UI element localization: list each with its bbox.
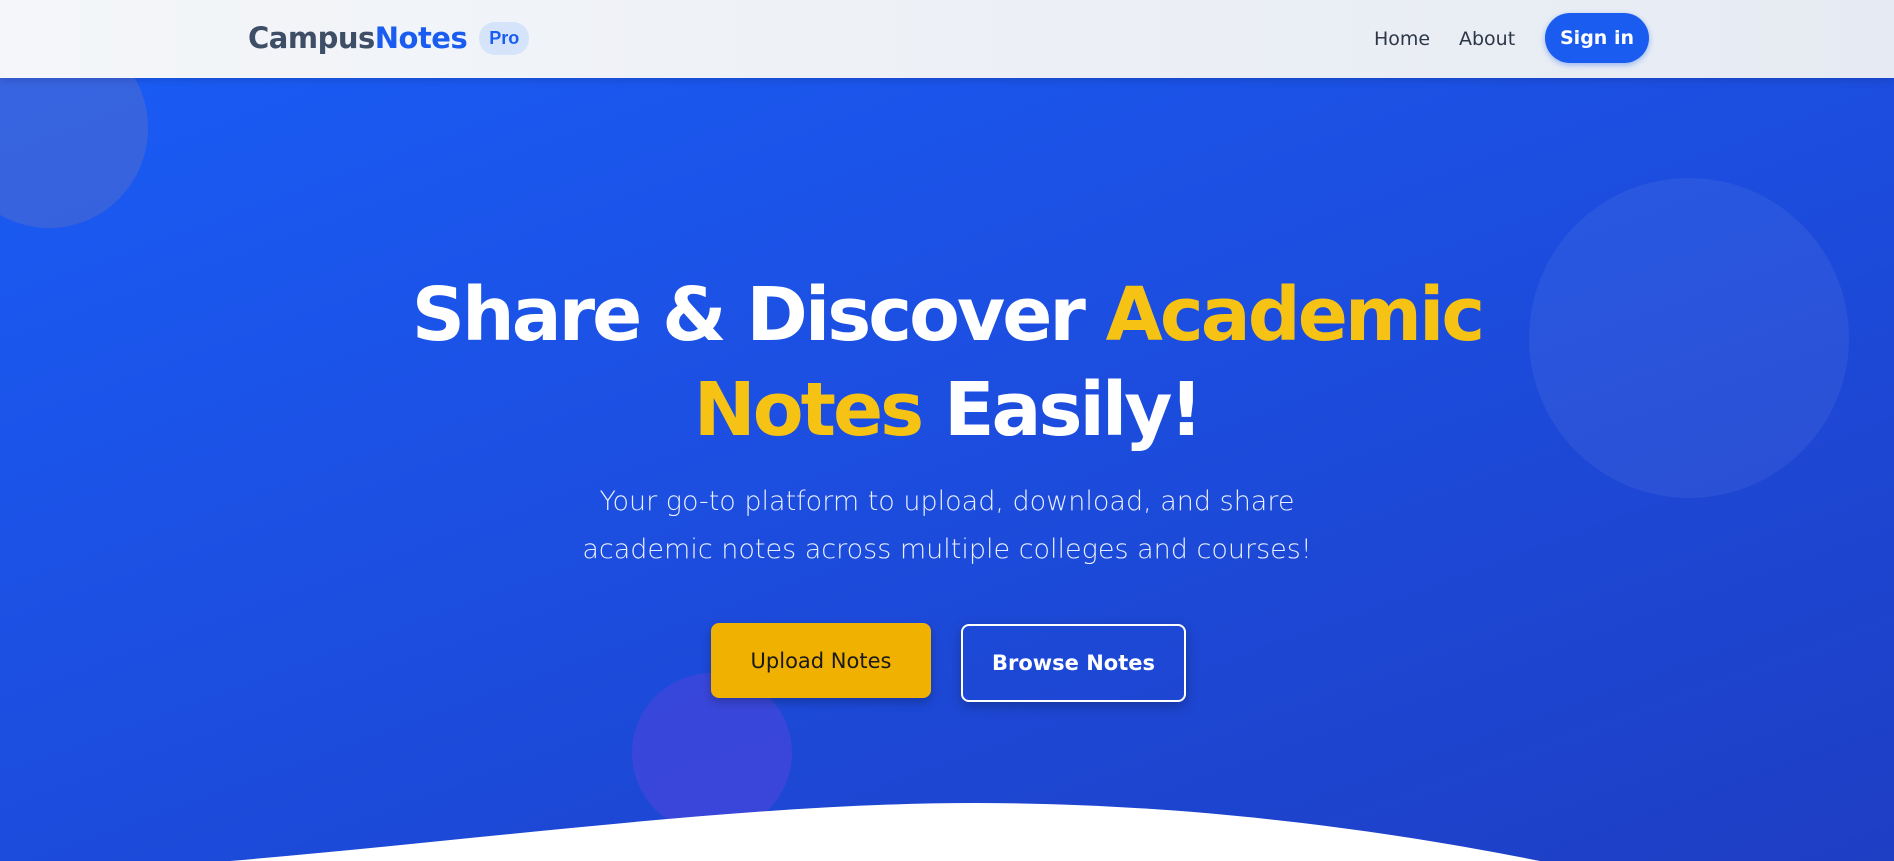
hero-headline: Share & Discover Academic Notes Easily!: [0, 268, 1894, 458]
hero-subtitle: Your go-to platform to upload, download,…: [582, 486, 1312, 565]
headline-text: Easily!: [943, 367, 1203, 453]
brand-logo[interactable]: CampusNotes Pro: [248, 21, 530, 55]
brand-name-part2: Notes: [374, 21, 468, 55]
hero-section: Share & Discover Academic Notes Easily! …: [0, 78, 1894, 861]
navbar: CampusNotes Pro Home About Sign in: [0, 0, 1894, 78]
headline-highlight: Academic: [1105, 272, 1486, 358]
headline-text: Share & Discover: [411, 272, 1086, 358]
nav-home-link[interactable]: Home: [1374, 28, 1430, 50]
headline-highlight: Notes: [693, 367, 924, 453]
decorative-circle: [0, 78, 148, 228]
wave-divider: [0, 803, 1540, 861]
nav-about-link[interactable]: About: [1459, 28, 1515, 50]
upload-notes-button[interactable]: Upload Notes: [711, 623, 931, 698]
browse-notes-button[interactable]: Browse Notes: [961, 624, 1186, 702]
sign-in-button[interactable]: Sign in: [1545, 13, 1649, 63]
pro-badge: Pro: [479, 21, 530, 55]
brand-name-part1: Campus: [248, 21, 375, 55]
